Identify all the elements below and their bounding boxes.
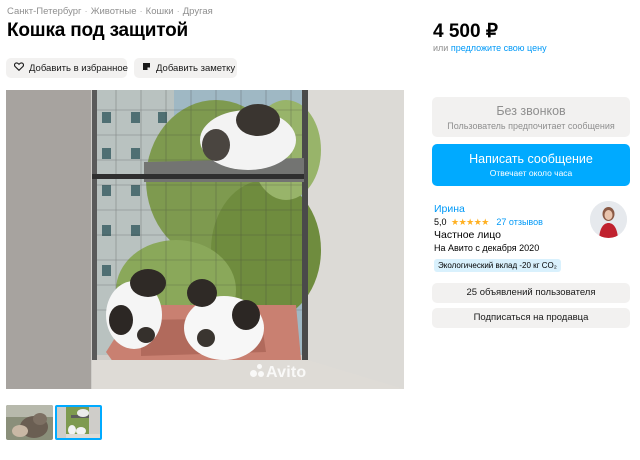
- price: 4 500 ₽: [433, 21, 498, 42]
- gallery-thumbnail-selected[interactable]: [55, 405, 102, 440]
- avito-watermark: Avito: [250, 364, 306, 382]
- add-favorite-button[interactable]: Добавить в избранное: [6, 58, 128, 78]
- page-title: Кошка под защитой: [7, 20, 188, 41]
- no-calls-title: Без звонков: [496, 104, 566, 118]
- note-icon: [142, 62, 151, 74]
- gallery-thumbnail[interactable]: [6, 405, 53, 440]
- breadcrumb-breed[interactable]: Другая: [183, 6, 213, 17]
- seller-since: На Авито с декабря 2020: [434, 243, 540, 253]
- offer-price-link[interactable]: предложите свою цену: [451, 43, 547, 53]
- breadcrumb-city[interactable]: Санкт-Петербург: [7, 6, 82, 17]
- breadcrumb-separator: ·: [176, 6, 180, 17]
- seller-name-link[interactable]: Ирина: [434, 203, 465, 215]
- breadcrumb-subcategory[interactable]: Кошки: [146, 6, 174, 17]
- price-offer: или предложите свою цену: [433, 43, 547, 53]
- no-calls-subtitle: Пользователь предпочитает сообщения: [447, 121, 615, 131]
- breadcrumb-category[interactable]: Животные: [91, 6, 137, 17]
- seller-rating: 5,0 ★★★★★ 27 отзывов: [434, 217, 543, 228]
- response-time: Отвечает около часа: [489, 168, 573, 178]
- reviews-link[interactable]: 27 отзывов: [496, 217, 543, 227]
- add-note-label: Добавить заметку: [156, 62, 236, 74]
- heart-icon: [13, 62, 25, 74]
- seller-ads-button[interactable]: 25 объявлений пользователя: [432, 283, 630, 303]
- rating-value: 5,0: [434, 217, 447, 227]
- add-note-button[interactable]: Добавить заметку: [134, 58, 237, 78]
- no-calls-button[interactable]: Без звонков Пользователь предпочитает со…: [432, 97, 630, 137]
- price-offer-prefix: или: [433, 43, 449, 53]
- main-photo[interactable]: [6, 90, 404, 389]
- breadcrumb: Санкт-Петербург · Животные · Кошки · Другая: [7, 6, 213, 17]
- write-message-label: Написать сообщение: [469, 152, 593, 166]
- add-favorite-label: Добавить в избранное: [29, 62, 128, 74]
- watermark-text: Avito: [266, 364, 307, 381]
- rating-stars-icon: ★★★★★: [451, 217, 489, 227]
- eco-badge[interactable]: Экологический вклад -20 кг CO₂: [434, 259, 561, 272]
- breadcrumb-separator: ·: [139, 6, 143, 17]
- seller-type: Частное лицо: [434, 229, 502, 241]
- write-message-button[interactable]: Написать сообщение Отвечает около часа: [432, 144, 630, 186]
- seller-avatar[interactable]: [590, 201, 627, 238]
- breadcrumb-separator: ·: [84, 6, 88, 17]
- avito-logo-icon: [250, 364, 264, 378]
- subscribe-seller-button[interactable]: Подписаться на продавца: [432, 308, 630, 328]
